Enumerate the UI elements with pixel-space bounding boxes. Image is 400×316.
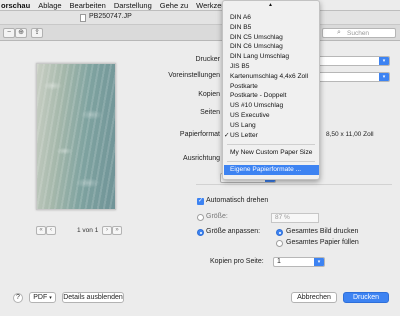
zoom-in-button[interactable]: ⊕ <box>15 28 27 38</box>
cancel-button[interactable]: Abbrechen <box>291 292 337 303</box>
share-button[interactable]: ⇪ <box>31 28 43 38</box>
paper-menu-item-label: DIN C5 Umschlag <box>230 33 283 41</box>
paper-menu-item[interactable]: US Executive <box>224 111 319 121</box>
search-placeholder: Suchen <box>347 30 370 37</box>
printer-popup-arrow-icon: ▾ <box>379 57 389 65</box>
menu-separator <box>227 161 315 162</box>
size-label: Größe: <box>206 213 228 220</box>
auto-rotate-checkbox[interactable]: ✓ <box>197 198 204 205</box>
search-field[interactable]: ⌕ Suchen <box>322 28 396 38</box>
size-percent-input[interactable]: 87 % <box>271 213 319 223</box>
paper-menu-item[interactable]: DIN Lang Umschlag <box>224 52 319 62</box>
paper-menu-item[interactable]: Kartenumschlag 4,4x6 Zoll <box>224 72 319 82</box>
paper-menu-item[interactable]: US #10 Umschlag <box>224 101 319 111</box>
paper-menu-item[interactable]: DIN C6 Umschlag <box>224 42 319 52</box>
document-icon <box>80 14 86 22</box>
previous-page-icon: ‹ <box>50 227 52 233</box>
orientation-label: Ausrichtung <box>183 155 220 162</box>
fill-entire-paper-radio[interactable] <box>276 240 283 247</box>
window-toolbar: − ⊕ ⇪ ⌕ Suchen <box>0 25 400 41</box>
auto-rotate-label: Automatisch drehen <box>206 197 269 204</box>
fit-label: Größe anpassen: <box>206 228 261 235</box>
print-entire-image-label: Gesamtes Bild drucken <box>286 228 359 235</box>
paper-menu-item[interactable]: DIN C5 Umschlag <box>224 33 319 43</box>
checkmark-icon: ✓ <box>197 198 204 204</box>
size-radio[interactable] <box>197 214 204 221</box>
printer-label: Drucker <box>195 56 220 63</box>
paper-menu-item-checked[interactable]: ✓ US Letter <box>224 131 319 141</box>
last-page-button[interactable]: » <box>112 226 122 235</box>
paper-menu-item-label: US #10 Umschlag <box>230 102 284 110</box>
paper-menu-item[interactable]: Postkarte - Doppelt <box>224 91 319 101</box>
paper-menu-item-label: DIN C6 Umschlag <box>230 43 283 51</box>
paper-format-label: Papierformat <box>179 131 220 138</box>
paper-menu-item-label: DIN B5 <box>230 23 252 31</box>
window-titlebar: PB250747.JP <box>0 11 400 25</box>
previous-page-button[interactable]: ‹ <box>46 226 56 235</box>
preview-image <box>37 64 115 209</box>
paper-menu-item[interactable]: Postkarte <box>224 82 319 92</box>
hide-details-button[interactable]: Details ausblenden <box>62 292 124 303</box>
fit-radio[interactable] <box>197 229 204 236</box>
paper-menu-item-label: US Letter <box>230 131 258 139</box>
pages-label: Seiten <box>200 109 220 116</box>
zoom-out-button[interactable]: − <box>3 28 15 38</box>
menu-file[interactable]: Ablage <box>34 1 65 10</box>
manage-custom-sizes-item[interactable]: Eigene Papierformate ... <box>224 165 319 175</box>
zoom-in-icon: ⊕ <box>18 29 24 36</box>
pages-per-sheet-value: 1 <box>277 258 281 265</box>
menu-edit[interactable]: Bearbeiten <box>66 1 110 10</box>
next-page-button[interactable]: › <box>102 226 112 235</box>
preview-pager: « ‹ 1 von 1 › » <box>36 226 122 236</box>
presets-label: Voreinstellungen <box>168 72 220 79</box>
menu-go[interactable]: Gehe zu <box>156 1 192 10</box>
paper-menu-item[interactable]: US Lang <box>224 121 319 131</box>
share-icon: ⇪ <box>34 29 40 36</box>
paper-size-dimensions: 8,50 x 11,00 Zoll <box>326 131 374 138</box>
custom-paper-size-item[interactable]: My New Custom Paper Size <box>224 148 319 158</box>
paper-menu-item[interactable]: JIS B5 <box>224 62 319 72</box>
scroll-up-arrow-icon[interactable]: ▲ <box>268 2 273 8</box>
last-page-icon: » <box>115 227 119 233</box>
pdf-menu-button[interactable]: PDF ▾ <box>29 292 56 303</box>
print-preview <box>36 63 116 210</box>
paper-menu-item-label: US Lang <box>230 121 256 129</box>
page-counter: 1 von 1 <box>77 227 99 234</box>
paper-menu-item-label: Postkarte - Doppelt <box>230 92 287 100</box>
menubar: orschau Ablage Bearbeiten Darstellung Ge… <box>0 0 400 11</box>
pdf-label: PDF <box>33 294 48 301</box>
menu-view[interactable]: Darstellung <box>110 1 156 10</box>
fill-entire-paper-label: Gesamtes Papier füllen <box>286 239 359 246</box>
presets-popup-arrow-icon: ▾ <box>379 73 389 81</box>
paper-menu-item-label: JIS B5 <box>230 63 250 70</box>
paper-menu-item[interactable]: DIN A6 <box>224 13 319 23</box>
help-button[interactable]: ? <box>13 293 23 303</box>
paper-menu-item-label: US Executive <box>230 112 270 119</box>
checkmark-icon: ✓ <box>224 131 230 139</box>
paper-size-menu: ▲ DIN A6 DIN B5 DIN C5 Umschlag DIN C6 U… <box>222 0 320 180</box>
menu-separator <box>227 144 315 145</box>
search-icon: ⌕ <box>337 29 341 36</box>
window-title: PB250747.JP <box>89 13 132 20</box>
first-page-button[interactable]: « <box>36 226 46 235</box>
print-entire-image-radio[interactable] <box>276 229 283 236</box>
paper-menu-item-label: DIN A6 <box>230 14 251 21</box>
zoom-out-icon: − <box>6 29 12 36</box>
pages-per-sheet-arrow-icon: ▾ <box>314 258 324 266</box>
section-divider <box>196 184 392 185</box>
paper-menu-item[interactable]: DIN B5 <box>224 23 319 33</box>
next-page-icon: › <box>106 227 108 233</box>
pdf-chevron-down-icon: ▾ <box>49 295 52 301</box>
print-button[interactable]: Drucken <box>343 292 389 303</box>
menu-preview[interactable]: orschau <box>0 1 34 10</box>
pages-per-sheet-label: Kopien pro Seite: <box>210 258 264 265</box>
copies-label: Kopien <box>198 91 220 98</box>
pages-per-sheet-popup[interactable]: 1 ▾ <box>273 257 325 267</box>
paper-menu-item-label: DIN Lang Umschlag <box>230 53 290 61</box>
first-page-icon: « <box>39 227 43 233</box>
paper-menu-item-label: Postkarte <box>230 82 258 90</box>
paper-menu-item-label: Kartenumschlag 4,4x6 Zoll <box>230 72 309 80</box>
